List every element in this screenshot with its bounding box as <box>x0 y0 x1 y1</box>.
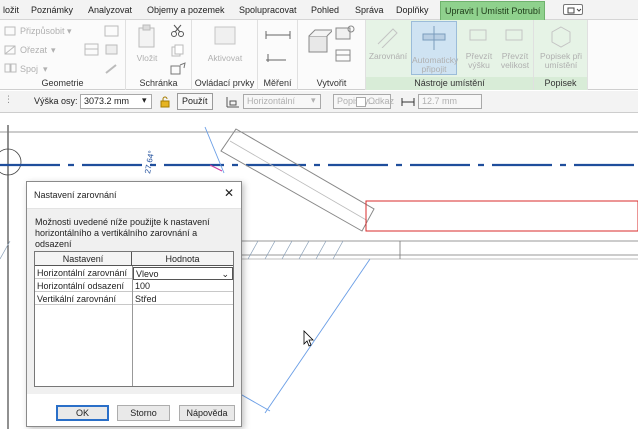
panel-popisek: Popisek při umístění Popisek <box>534 20 588 90</box>
settings-table: Nastavení Hodnota Horizontální zarovnání… <box>34 251 234 387</box>
dialog-description: Možnosti uvedené níže použijte k nastave… <box>35 217 210 249</box>
spoj-button[interactable]: Spoj <box>20 64 38 74</box>
dimension-icon[interactable] <box>264 50 292 66</box>
panel-nastroje-umisteni: Zarovnání Automaticky připojit Převzít v… <box>366 20 534 90</box>
pouzit-button[interactable]: Použít <box>177 93 213 110</box>
tab-overflow-icon[interactable] <box>563 4 583 15</box>
panel-schranka: Vložit Schránka <box>126 20 192 90</box>
create-parts-icon[interactable] <box>334 24 356 44</box>
create-assembly-icon[interactable] <box>306 26 335 58</box>
panel-title-ovladaci: Ovládací prvky <box>194 78 255 88</box>
horizontalni-zarovnani-select[interactable]: Vlevo ⌄ <box>133 267 233 280</box>
tab-doplnky[interactable]: Doplňky <box>396 3 429 18</box>
ribbon-tab-bar: ložit Poznámky Analyzovat Objemy a pozem… <box>0 0 638 20</box>
dialog-title: Nastavení zarovnání <box>34 190 117 200</box>
popisek-pri-umisteni-button[interactable]: Popisek při umístění <box>536 24 586 70</box>
tab-pohled[interactable]: Pohled <box>311 3 339 18</box>
dialog-body: Možnosti uvedené níže použijte k nastave… <box>27 208 241 394</box>
table-row-name: Vertikální zarovnání <box>35 293 132 305</box>
close-icon[interactable]: ✕ <box>222 186 236 200</box>
storno-button[interactable]: Storno <box>117 405 170 421</box>
angle-dimension-label: 27.64° <box>143 150 156 174</box>
column-header-nastaveni: Nastavení <box>35 252 132 266</box>
tab-objemy[interactable]: Objemy a pozemek <box>147 3 225 18</box>
panel-title-vytvorit: Vytvořit <box>316 78 347 88</box>
column-header-hodnota: Hodnota <box>132 252 233 266</box>
horizontal-select[interactable]: Horizontální <box>243 94 321 109</box>
tab-spolupracovat[interactable]: Spolupracovat <box>239 3 297 18</box>
copy-icon[interactable] <box>170 44 186 60</box>
guide-line <box>264 258 371 414</box>
table-row-name: Horizontální odsazení <box>35 280 132 292</box>
zarovnani-button[interactable]: Zarovnání <box>368 24 408 61</box>
match-properties-icon[interactable] <box>170 62 188 78</box>
panel-geometrie: Přizpůsobit ▾ Ořezat ▾ Spoj ▾ Geometrie <box>0 20 126 90</box>
pipe-segment-selected[interactable] <box>365 200 638 232</box>
tag-on-placement-icon <box>551 26 571 48</box>
panel-vytvorit: Vytvořit <box>298 20 366 90</box>
paint-icon[interactable] <box>103 42 121 60</box>
odkaz-checkbox[interactable] <box>356 97 366 109</box>
alignment-settings-dialog: Nastavení zarovnání ✕ Možnosti uvedené n… <box>26 181 242 427</box>
panel-title-geometrie: Geometrie <box>41 78 84 88</box>
tab-analyzovat[interactable]: Analyzovat <box>88 3 132 18</box>
lock-icon[interactable] <box>160 96 170 110</box>
panel-title-nastroje: Nástroje umístění <box>366 77 533 90</box>
mouse-cursor-icon <box>303 330 314 347</box>
panel-mereni: Měření <box>258 20 298 90</box>
aktivovat-button[interactable]: Aktivovat <box>200 24 250 63</box>
panel-title-popisek: Popisek <box>534 77 587 90</box>
chevron-down-icon[interactable]: ▾ <box>311 95 316 106</box>
auto-connect-icon <box>422 26 446 50</box>
paste-button[interactable]: Vložit <box>132 24 162 63</box>
tab-upravit-umistit-potrubi[interactable]: Upravit | Umístit Potrubí <box>440 1 546 20</box>
level-marker <box>0 148 22 176</box>
paste-icon <box>138 24 155 48</box>
options-bar: ⋮ Výška osy: 3073.2 mm ▾ Použít Horizont… <box>0 91 638 113</box>
tab-poznamky[interactable]: Poznámky <box>31 3 73 18</box>
prizpusobit-button[interactable]: Přizpůsobit <box>20 26 65 36</box>
panel-ovladaci-prvky: Aktivovat Ovládací prvky <box>192 20 258 90</box>
dropdown-icon[interactable]: ▾ <box>51 45 56 56</box>
inherit-elevation-icon <box>469 29 487 41</box>
wall-joins-icon[interactable] <box>83 42 101 60</box>
dropdown-icon[interactable]: ▾ <box>67 26 72 37</box>
cut-geometry-icon <box>4 44 18 58</box>
width-icon <box>401 97 415 109</box>
odkaz-label: Odkaz <box>368 96 395 106</box>
activate-icon <box>214 26 236 45</box>
measure-icon[interactable] <box>264 28 292 44</box>
ribbon: Přizpůsobit ▾ Ořezat ▾ Spoj ▾ Geometrie … <box>0 20 638 90</box>
horizontalni-odsazeni-value[interactable]: 100 <box>133 280 233 292</box>
justify-icon <box>377 28 398 49</box>
panel-grip-icon: ⋮ <box>4 94 13 104</box>
pipe-centerline <box>229 140 369 222</box>
create-group-icon[interactable] <box>334 46 356 66</box>
vyska-osy-label: Výška osy: <box>34 96 78 106</box>
orezat-button[interactable]: Ořezat <box>20 45 47 55</box>
cope-icon <box>4 25 18 39</box>
tab-sprava[interactable]: Správa <box>355 3 384 18</box>
prevzit-velikost-button[interactable]: Převzít velikost <box>498 24 532 70</box>
table-row-name: Horizontální zarovnání <box>35 267 132 279</box>
prevzit-vysku-button[interactable]: Převzít výšku <box>462 24 496 70</box>
napoveda-button[interactable]: Nápověda <box>179 405 235 421</box>
automaticky-pripojit-button[interactable]: Automaticky připojit <box>411 21 458 75</box>
vertikalni-zarovnani-value[interactable]: Střed <box>133 293 233 305</box>
velikost-input[interactable]: 12.7 mm <box>418 94 482 109</box>
inherit-size-icon <box>505 29 523 41</box>
join-geometry-icon <box>4 62 18 76</box>
chevron-down-icon[interactable]: ▾ <box>142 95 147 106</box>
tab-vlozit[interactable]: ložit <box>3 3 19 18</box>
chevron-down-icon[interactable]: ⌄ <box>221 268 229 279</box>
slope-icon <box>226 96 240 110</box>
demolish-icon[interactable] <box>103 62 121 78</box>
split-face-icon[interactable] <box>103 24 121 40</box>
panel-title-mereni: Měření <box>263 78 292 88</box>
cut-icon[interactable] <box>170 24 186 40</box>
dropdown-icon[interactable]: ▾ <box>43 64 48 75</box>
panel-title-schranka: Schránka <box>139 78 178 88</box>
ok-button[interactable]: OK <box>56 405 109 421</box>
